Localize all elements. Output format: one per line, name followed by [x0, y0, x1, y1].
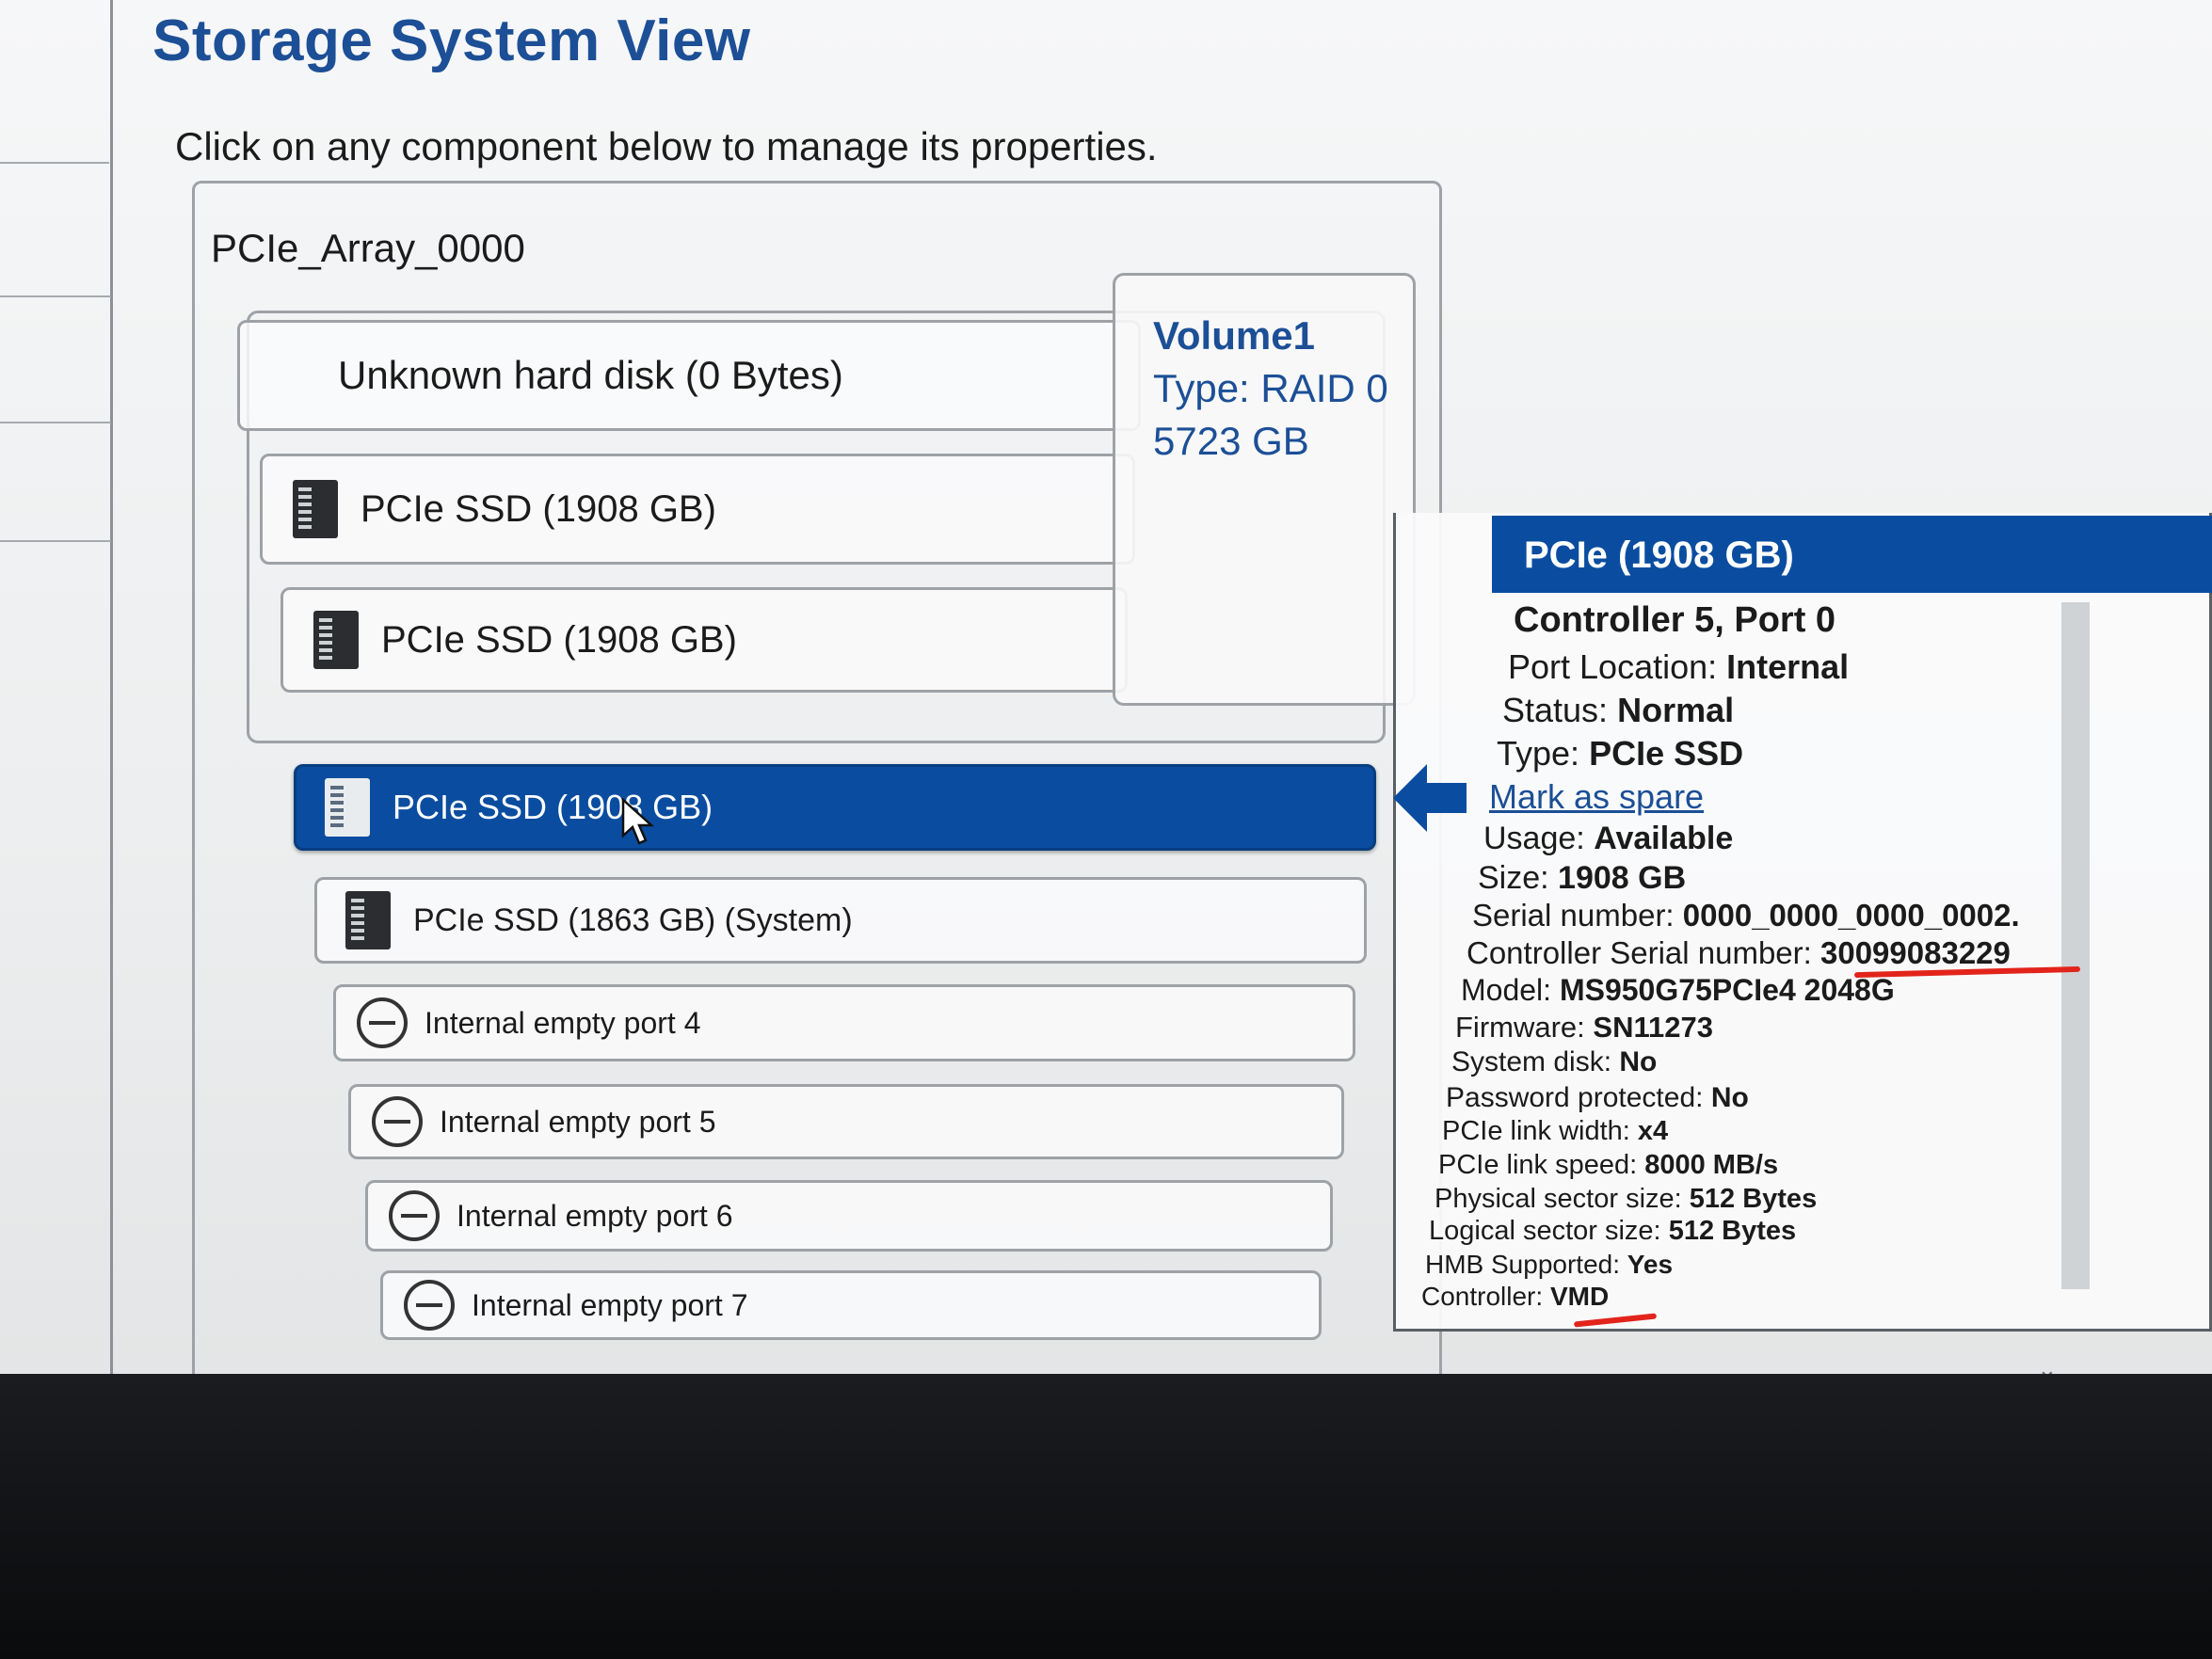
array-disk-pcie-ssd-2[interactable]: PCIe SSD (1908 GB): [281, 587, 1128, 693]
disk-label: PCIe SSD (1908 GB): [361, 487, 716, 530]
prop-firmware: Firmware: SN11273: [1455, 1011, 1713, 1044]
screen: Storage System View Click on any compone…: [0, 0, 2212, 1374]
device-label: Internal empty port 7: [472, 1287, 748, 1322]
device-label: PCIe SSD (1863 GB) (System): [413, 901, 853, 938]
device-label: Internal empty port 5: [440, 1104, 716, 1139]
ssd-icon: [293, 480, 338, 538]
empty-port-icon: [357, 997, 408, 1048]
prop-system-disk: System disk: No: [1451, 1046, 1658, 1077]
left-navigation: [0, 0, 113, 1374]
device-pcie-ssd-1863-system[interactable]: PCIe SSD (1863 GB) (System): [314, 877, 1367, 964]
nav-divider: [0, 540, 111, 542]
volume-size: 5723 GB: [1153, 419, 1309, 463]
ssd-icon: [313, 611, 359, 669]
prop-controller-serial-number: Controller Serial number: 30099083229: [1467, 935, 2011, 970]
disk-label: Unknown hard disk (0 Bytes): [338, 353, 843, 397]
mark-as-spare-link[interactable]: Mark as spare: [1489, 777, 1704, 817]
array-name[interactable]: PCIe_Array_0000: [211, 226, 525, 271]
device-empty-port-5[interactable]: Internal empty port 5: [348, 1084, 1344, 1159]
prop-controller: Controller: VMD: [1421, 1282, 1610, 1311]
device-empty-port-6[interactable]: Internal empty port 6: [365, 1180, 1333, 1252]
prop-status: Status: Normal: [1502, 691, 1735, 729]
empty-port-icon: [372, 1096, 423, 1147]
ssd-icon: [325, 778, 370, 837]
page-title: Storage System View: [152, 8, 751, 73]
prop-pcie-link-width: PCIe link width: x4: [1442, 1116, 1669, 1146]
chevron-down-icon[interactable]: ⌄: [2037, 1355, 2058, 1374]
prop-type: Type: PCIe SSD: [1497, 734, 1744, 773]
volume-card[interactable]: Volume1 Type: RAID 0 5723 GB: [1113, 273, 1416, 706]
prop-size: Size: 1908 GB: [1478, 860, 1687, 896]
nav-divider: [0, 162, 109, 164]
volume-type: Type: RAID 0: [1153, 366, 1388, 410]
arrow-left-icon: [1393, 764, 1467, 832]
nav-divider: [0, 295, 111, 297]
controller-port: Controller 5, Port 0: [1514, 600, 1836, 640]
device-label: PCIe SSD (1908 GB): [393, 788, 713, 826]
page-subtitle: Click on any component below to manage i…: [175, 124, 1158, 168]
disk-label: PCIe SSD (1908 GB): [381, 618, 737, 661]
prop-pcie-link-speed: PCIe link speed: 8000 MB/s: [1438, 1150, 1779, 1180]
panel-scrollbar[interactable]: [2061, 602, 2090, 1289]
prop-logical-sector-size: Logical sector size: 512 Bytes: [1429, 1216, 1797, 1246]
prop-password-protected: Password protected: No: [1446, 1082, 1749, 1113]
prop-port-location: Port Location: Internal: [1508, 647, 1850, 686]
device-label: Internal empty port 4: [425, 1005, 701, 1040]
array-disk-unknown[interactable]: Unknown hard disk (0 Bytes): [237, 320, 1141, 431]
prop-serial-number: Serial number: 0000_0000_0000_0002.: [1472, 898, 2020, 933]
prop-usage: Usage: Available: [1483, 821, 1734, 856]
prop-physical-sector-size: Physical sector size: 512 Bytes: [1435, 1184, 1818, 1214]
device-label: Internal empty port 6: [457, 1198, 733, 1233]
prop-model: Model: MS950G75PCIe4 2048G: [1461, 973, 1895, 1007]
empty-port-icon: [389, 1190, 440, 1241]
mouse-cursor-icon: [621, 798, 655, 845]
device-empty-port-4[interactable]: Internal empty port 4: [333, 984, 1355, 1061]
ssd-icon: [345, 891, 391, 949]
monitor-bezel: [0, 1374, 2212, 1659]
volume-name: Volume1: [1153, 313, 1315, 358]
details-header: PCIe (1908 GB): [1492, 516, 2212, 593]
empty-port-icon: [404, 1280, 455, 1331]
array-disk-pcie-ssd-1[interactable]: PCIe SSD (1908 GB): [260, 454, 1135, 565]
device-empty-port-7[interactable]: Internal empty port 7: [380, 1270, 1322, 1340]
prop-hmb-supported: HMB Supported: Yes: [1425, 1250, 1674, 1279]
device-pcie-ssd-1908-selected[interactable]: PCIe SSD (1908 GB): [294, 764, 1376, 851]
nav-divider: [0, 422, 111, 423]
